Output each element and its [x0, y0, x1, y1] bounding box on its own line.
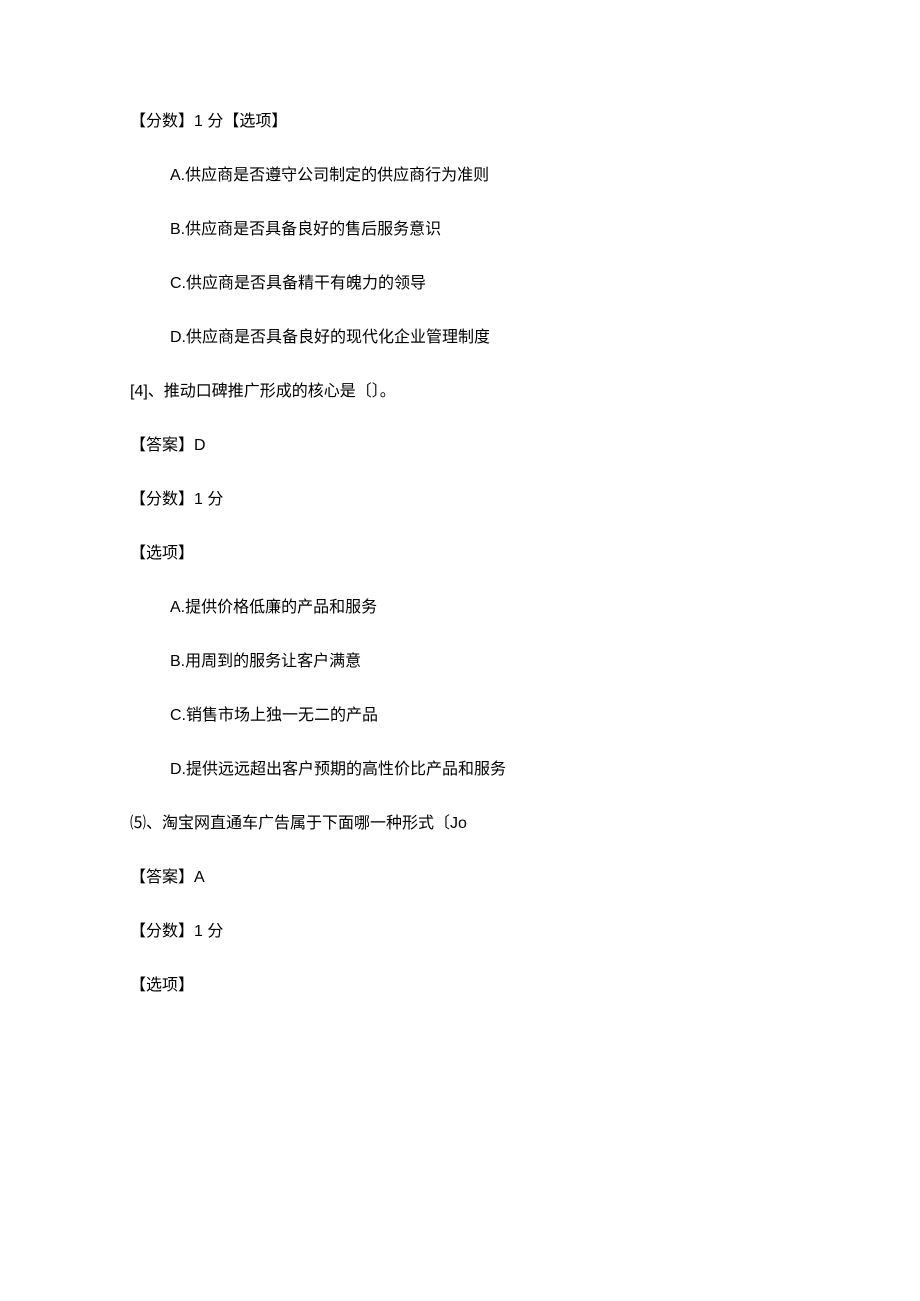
q5-answer: 【答案】A: [130, 866, 790, 890]
q4-option-d: D.提供远远超出客户预期的高性价比产品和服务: [170, 758, 790, 782]
q4-option-c: C.销售市场上独一无二的产品: [170, 704, 790, 728]
q4-options-label: 【选项】: [130, 542, 790, 566]
q3-option-a: A.供应商是否遵守公司制定的供应商行为准则: [170, 164, 790, 188]
q3-option-b: B.供应商是否具备良好的售后服务意识: [170, 218, 790, 242]
q3-options: A.供应商是否遵守公司制定的供应商行为准则 B.供应商是否具备良好的售后服务意识…: [130, 164, 790, 350]
document-page: 【分数】1 分【选项】 A.供应商是否遵守公司制定的供应商行为准则 B.供应商是…: [0, 0, 920, 1088]
q4-question: [4]、推动口碑推广形成的核心是〔〕。: [130, 380, 790, 404]
q4-score: 【分数】1 分: [130, 488, 790, 512]
q4-answer: 【答案】D: [130, 434, 790, 458]
q4-options: A.提供价格低廉的产品和服务 B.用周到的服务让客户满意 C.销售市场上独一无二…: [130, 596, 790, 782]
q3-option-c: C.供应商是否具备精干有魄力的领导: [170, 272, 790, 296]
q5-score: 【分数】1 分: [130, 920, 790, 944]
q5-options-label: 【选项】: [130, 974, 790, 998]
q4-option-a: A.提供价格低廉的产品和服务: [170, 596, 790, 620]
q3-option-d: D.供应商是否具备良好的现代化企业管理制度: [170, 326, 790, 350]
q4-option-b: B.用周到的服务让客户满意: [170, 650, 790, 674]
q3-score-options-line: 【分数】1 分【选项】: [130, 110, 790, 134]
q5-question: ⑸、淘宝网直通车广告属于下面哪一种形式〔Jo: [130, 812, 790, 836]
